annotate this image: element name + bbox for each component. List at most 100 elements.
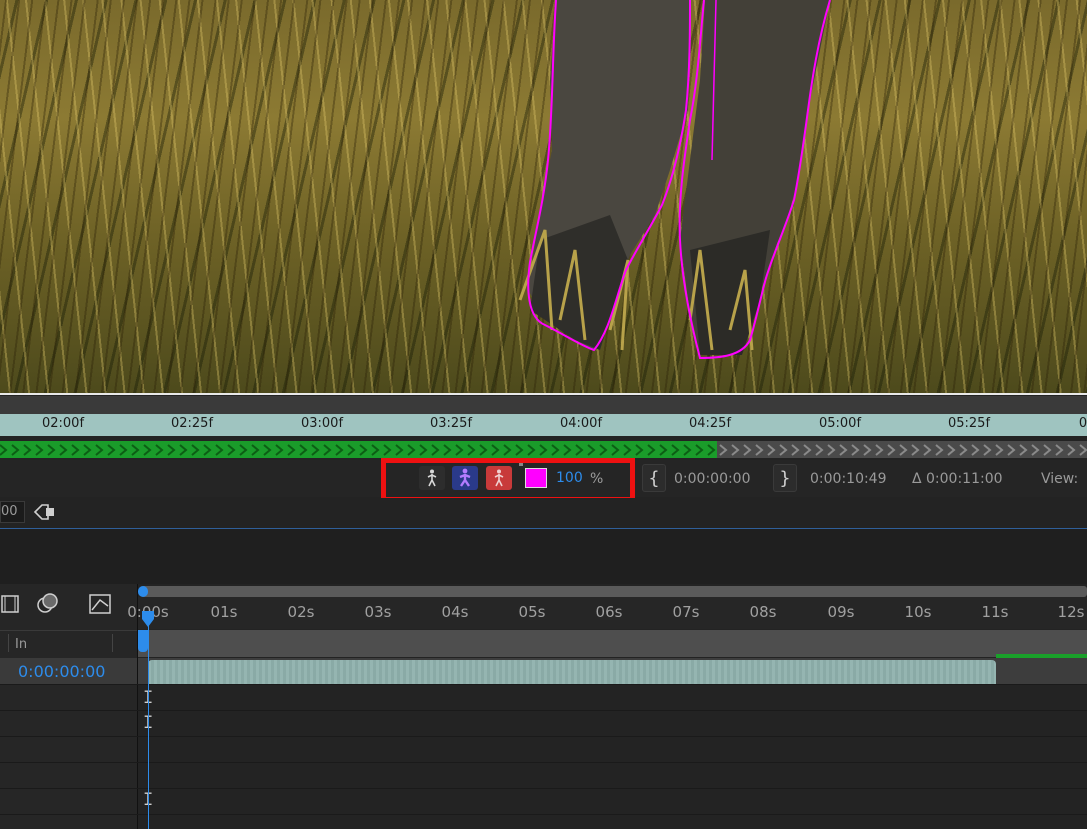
layer-duration-bar[interactable] (148, 660, 996, 684)
propagation-chevron (455, 444, 464, 456)
propagation-chevron (83, 444, 92, 456)
propagation-chevron (983, 444, 992, 456)
timeline-tick-label: 07s (672, 603, 700, 621)
timeline-tick-label: 03s (364, 603, 392, 621)
propagation-chevron (923, 444, 932, 456)
propagation-chevron (791, 444, 800, 456)
propagation-chevron (59, 444, 68, 456)
propagation-chevron (179, 444, 188, 456)
propagation-chevron (71, 444, 80, 456)
propagation-chevron (11, 444, 20, 456)
current-time-indicator-line[interactable] (148, 612, 149, 829)
column-divider[interactable] (8, 634, 9, 652)
propagation-chevron (731, 444, 740, 456)
propagation-chevron (815, 444, 824, 456)
work-area-start-handle[interactable] (138, 630, 148, 652)
propagation-chevron (131, 444, 140, 456)
timeline-tick-label: 08s (749, 603, 777, 621)
propagation-chevron (1019, 444, 1028, 456)
propagation-chevron (191, 444, 200, 456)
propagation-chevron (1055, 444, 1064, 456)
propagation-chevron (119, 444, 128, 456)
work-area-bar[interactable] (138, 630, 1087, 657)
timeline-layer-list (0, 584, 137, 829)
ruler-tick-label: 0 (1078, 416, 1087, 431)
timeline-navigator-handle[interactable] (138, 586, 148, 597)
propagation-chevron (431, 444, 440, 456)
propagation-chevron (635, 444, 644, 456)
snapshot-icon[interactable] (32, 502, 56, 522)
set-out-point-button[interactable]: } (773, 464, 797, 492)
propagation-chevron (611, 444, 620, 456)
propagation-chevron (1067, 444, 1076, 456)
propagation-chevron (743, 444, 752, 456)
column-in-label[interactable]: In (15, 637, 27, 652)
propagation-chevron (599, 444, 608, 456)
timeline-navigator[interactable] (141, 586, 1087, 597)
propagation-chevron (167, 444, 176, 456)
propagation-chevron (1079, 444, 1087, 456)
layer-in-time[interactable]: 0:00:00:00 (18, 662, 105, 681)
composition-viewer[interactable] (0, 0, 1087, 394)
ruler-tick-label: 04:00f (559, 416, 603, 431)
propagation-chevron (659, 444, 668, 456)
propagation-chevron (767, 444, 776, 456)
propagation-chevron (479, 444, 488, 456)
render-status-strip (996, 654, 1087, 658)
propagation-chevron (851, 444, 860, 456)
in-point-time: 0:00:00:00 (674, 471, 751, 487)
propagation-chevron (263, 444, 272, 456)
out-bracket-icon: } (779, 467, 791, 489)
propagation-chevron (335, 444, 344, 456)
propagation-chevron (1043, 444, 1052, 456)
propagation-chevron (563, 444, 572, 456)
timeline-tick-label: 09s (827, 603, 855, 621)
row-divider (0, 788, 1087, 789)
propagation-chevron (539, 444, 548, 456)
viewer-controls-row (0, 498, 1087, 528)
propagation-chevron (527, 444, 536, 456)
ruler-tick-label: 03:25f (429, 416, 473, 431)
propagation-chevron (155, 444, 164, 456)
view-label: View: (1041, 471, 1079, 487)
ruler-tick-label: 03:00f (300, 416, 344, 431)
out-point-time: 0:00:10:49 (810, 471, 887, 487)
ruler-tick-label: 05:00f (818, 416, 862, 431)
timeline-switch-icons (1, 593, 111, 614)
current-time-indicator-head[interactable] (141, 610, 155, 628)
row-divider (0, 710, 1087, 711)
set-in-point-button[interactable]: { (642, 464, 666, 492)
propagation-chevron (0, 444, 8, 456)
propagation-chevron (299, 444, 308, 456)
zoom-field[interactable]: 00 (0, 501, 25, 523)
row-divider (0, 736, 1087, 737)
layer-time-ruler[interactable] (0, 414, 1087, 436)
propagation-chevron (359, 444, 368, 456)
propagation-chevron (911, 444, 920, 456)
propagation-chevron (443, 444, 452, 456)
layer-time-navigator[interactable] (0, 396, 1087, 414)
propagation-chevron (239, 444, 248, 456)
ruler-tick-label: 04:25f (688, 416, 732, 431)
propagation-chevron (1007, 444, 1016, 456)
timeline-tick-label: 10s (904, 603, 932, 621)
propagation-chevron (23, 444, 32, 456)
propagation-chevron (227, 444, 236, 456)
timeline-tick-label: 01s (210, 603, 238, 621)
propagation-chevron (935, 444, 944, 456)
rotobrush-mask-overlay (518, 0, 831, 360)
propagation-chevron (803, 444, 812, 456)
propagation-chevron (683, 444, 692, 456)
propagation-chevron (863, 444, 872, 456)
propagation-chevron (323, 444, 332, 456)
propagation-chevron (719, 444, 728, 456)
row-divider (0, 684, 1087, 685)
in-bracket-icon: { (648, 467, 660, 489)
duration-time: Δ 0:00:11:00 (912, 471, 1003, 487)
propagation-chevron (347, 444, 356, 456)
timeline-tick-label: 12s (1057, 603, 1085, 621)
propagation-chevron (623, 444, 632, 456)
row-divider (0, 762, 1087, 763)
column-divider[interactable] (112, 634, 113, 652)
propagation-chevron (203, 444, 212, 456)
